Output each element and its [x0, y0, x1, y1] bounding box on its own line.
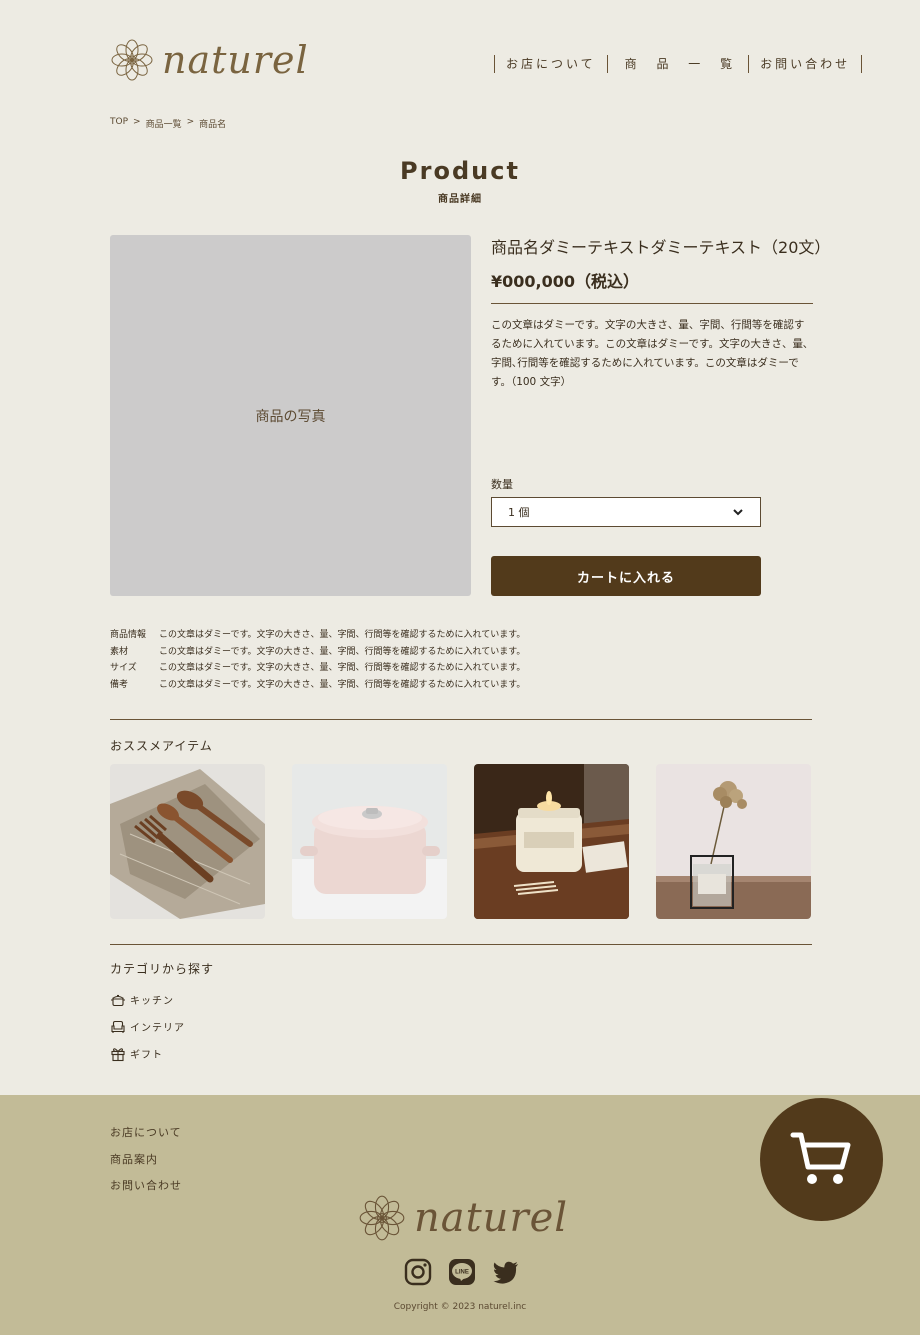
info-key: 素材	[110, 646, 129, 657]
info-key: 商品情報	[110, 630, 147, 640]
brand-name: naturel	[414, 1195, 569, 1241]
social-links: LINE	[404, 1258, 520, 1286]
cart-icon	[790, 1132, 850, 1184]
info-key: 備考	[110, 679, 129, 690]
product-price: ¥000,000（税込）	[491, 272, 640, 291]
product-photo: 商品の写真	[110, 235, 471, 596]
instagram-icon[interactable]	[404, 1258, 432, 1286]
twitter-icon[interactable]	[492, 1258, 520, 1286]
recommend-list	[110, 764, 811, 919]
sofa-icon	[111, 1020, 125, 1033]
category-label: キッチン	[130, 996, 174, 1007]
category-label: インテリア	[130, 1023, 185, 1034]
breadcrumb-top[interactable]: TOP	[110, 117, 128, 130]
add-to-cart-button[interactable]: カートに入れる	[491, 556, 761, 596]
breadcrumb-separator: >	[133, 117, 141, 127]
product-name: 商品名ダミーテキストダミーテキスト（20文）	[491, 238, 831, 257]
category-item-gift[interactable]: ギフト	[110, 1040, 185, 1067]
candle-jar-image	[474, 764, 629, 919]
product-description: この文章はダミーです。文字の大きさ、量、字間、行間等を確認するために入れています…	[491, 319, 809, 388]
cart-fab-button[interactable]	[760, 1098, 883, 1221]
footer-logo[interactable]: naturel	[358, 1194, 568, 1242]
footer-link-about[interactable]: お店について	[110, 1124, 182, 1151]
info-row: サイズ この文章はダミーです。文字の大きさ、量、字間、行間等を確認するために入れ…	[110, 660, 525, 677]
product-info-table: 商品情報 この文章はダミーです。文字の大きさ、量、字間、行間等を確認するために入…	[110, 627, 525, 693]
quantity-value: 1 個	[508, 506, 530, 519]
nav-item-products[interactable]: 商 品 一 覧	[608, 55, 750, 73]
category-item-kitchen[interactable]: キッチン	[110, 986, 185, 1013]
footer-link-products[interactable]: 商品案内	[110, 1151, 182, 1178]
recommend-item-dried-flower-vase[interactable]	[656, 764, 811, 919]
info-row: 商品情報 この文章はダミーです。文字の大きさ、量、字間、行間等を確認するために入…	[110, 627, 525, 644]
nav-item-contact[interactable]: お問い合わせ	[749, 55, 863, 73]
info-row: 備考 この文章はダミーです。文字の大きさ、量、字間、行間等を確認するために入れて…	[110, 677, 525, 694]
recommend-item-cutlery-roll[interactable]	[110, 764, 265, 919]
copyright: Copyright © 2023 naturel.inc	[393, 1302, 527, 1312]
dried-flower-vase-image	[656, 764, 811, 919]
info-row: 素材 この文章はダミーです。文字の大きさ、量、字間、行間等を確認するために入れて…	[110, 644, 525, 661]
footer-link-contact[interactable]: お問い合わせ	[110, 1177, 182, 1204]
footer-links: お店について 商品案内 お問い合わせ	[110, 1124, 182, 1204]
category-label: ギフト	[130, 1050, 163, 1061]
main-nav: お店について 商 品 一 覧 お問い合わせ	[494, 55, 863, 73]
info-value: この文章はダミーです。文字の大きさ、量、字間、行間等を確認するために入れています…	[159, 630, 526, 640]
recommend-item-pink-pot[interactable]	[292, 764, 447, 919]
recommend-item-candle-jar[interactable]	[474, 764, 629, 919]
chevron-down-icon	[733, 509, 743, 516]
brand-logo[interactable]: naturel	[110, 38, 309, 82]
gift-icon	[111, 1047, 125, 1061]
cutlery-roll-image	[110, 764, 265, 919]
svg-text:LINE: LINE	[455, 1270, 469, 1276]
line-icon[interactable]: LINE	[448, 1258, 476, 1286]
pot-icon	[111, 994, 125, 1006]
flower-logo-icon	[359, 1195, 405, 1241]
breadcrumb-separator: >	[186, 117, 195, 127]
section-divider	[110, 719, 812, 720]
flower-logo-icon	[111, 39, 153, 81]
recommend-heading: おススメアイテム	[110, 739, 213, 753]
page-subtitle: 商品詳細	[438, 194, 482, 205]
product-photo-label: 商品の写真	[255, 408, 326, 425]
category-heading: カテゴリから探す	[110, 962, 215, 976]
info-value: この文章はダミーです。文字の大きさ、量、字間、行間等を確認するために入れています…	[159, 663, 526, 673]
divider	[491, 303, 813, 304]
page-title: Product	[400, 157, 520, 185]
info-key: サイズ	[110, 663, 137, 673]
breadcrumb: TOP > 商品一覧 > 商品名	[110, 117, 226, 130]
brand-name: naturel	[162, 38, 309, 82]
breadcrumb-current: 商品名	[199, 120, 227, 130]
quantity-label: 数量	[491, 478, 513, 491]
category-list: キッチン インテリア ギフト	[110, 986, 185, 1067]
info-value: この文章はダミーです。文字の大きさ、量、字間、行間等を確認するために入れています…	[159, 679, 526, 690]
breadcrumb-product-list[interactable]: 商品一覧	[146, 117, 182, 130]
section-divider	[110, 944, 812, 945]
pink-pot-image	[292, 764, 447, 919]
quantity-select[interactable]: 1 個	[491, 497, 761, 527]
nav-item-about[interactable]: お店について	[495, 55, 608, 73]
category-item-interior[interactable]: インテリア	[110, 1013, 185, 1040]
info-value: この文章はダミーです。文字の大きさ、量、字間、行間等を確認するために入れています…	[159, 646, 526, 657]
